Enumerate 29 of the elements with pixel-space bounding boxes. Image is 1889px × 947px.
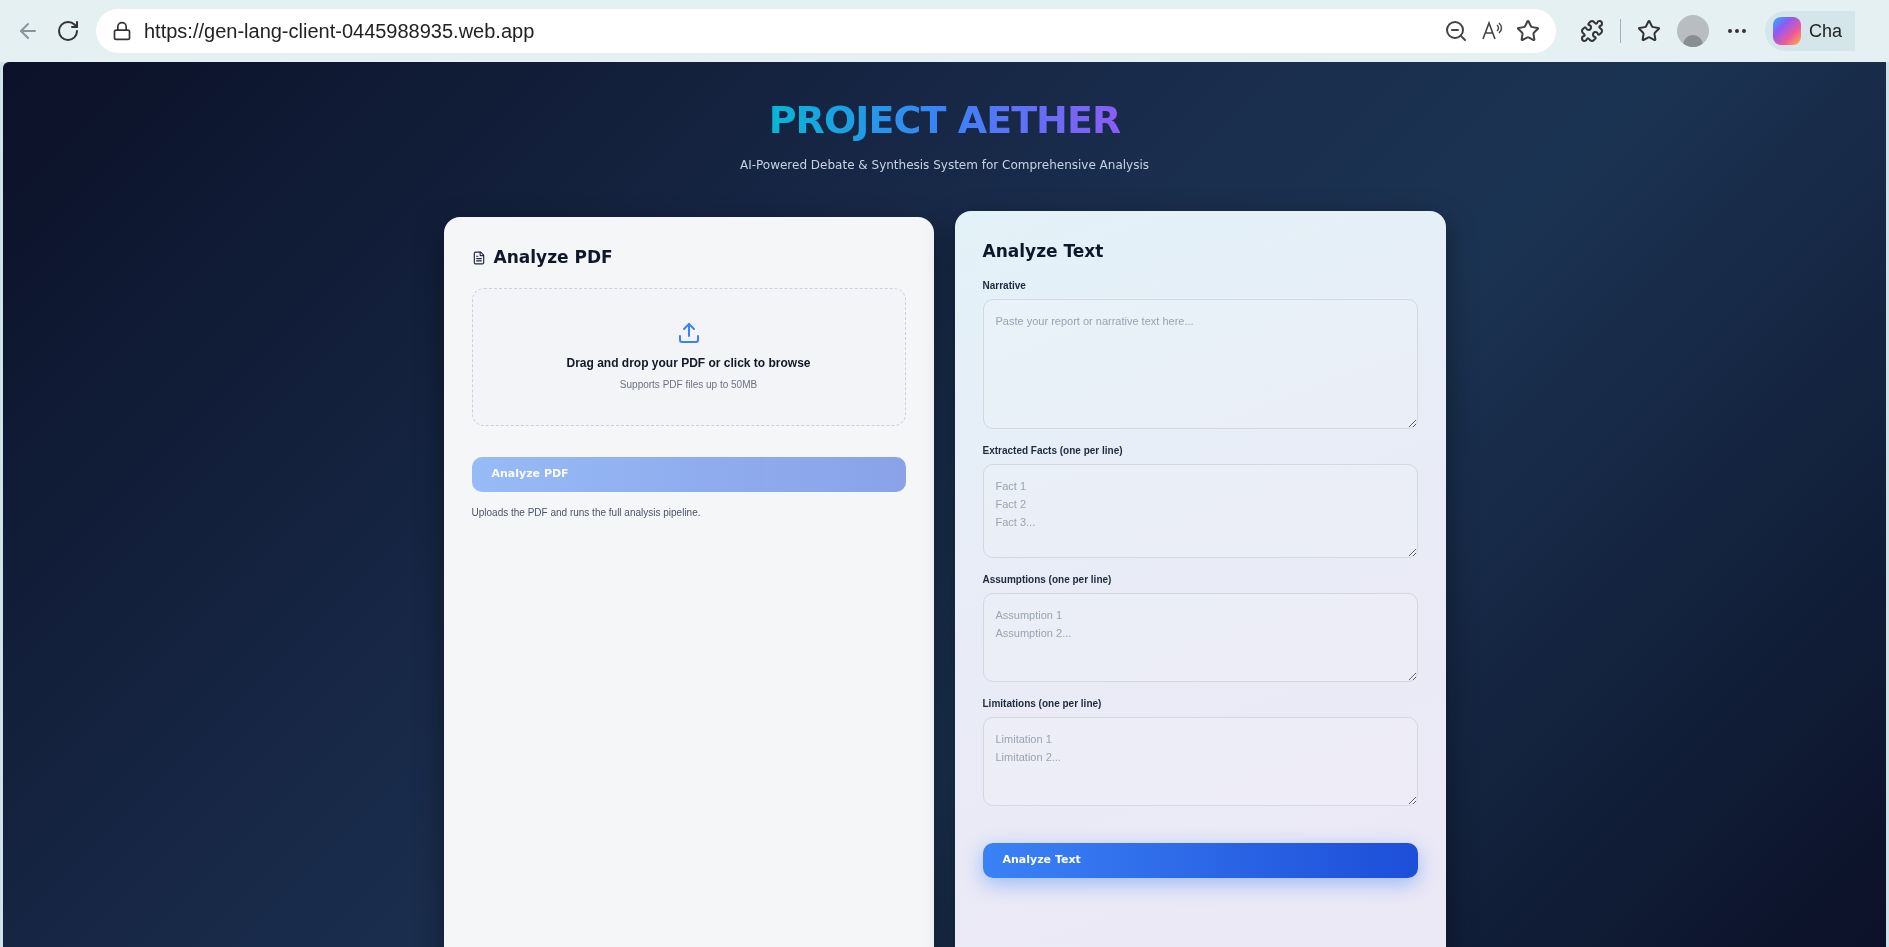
favorites-icon[interactable] — [1637, 19, 1661, 43]
favorite-icon[interactable] — [1516, 19, 1540, 43]
app-subtitle: AI-Powered Debate & Synthesis System for Comprehensive Analysis — [739, 157, 1150, 174]
text-area[interactable]: Assumption 1 Assumption 2... — [982, 592, 1418, 682]
reload-icon[interactable] — [56, 19, 80, 43]
panel-title: Analyze PDF — [493, 246, 613, 269]
text-area[interactable]: Paste your report or narrative text here... — [982, 298, 1418, 429]
address-bar[interactable]: https://gen-lang-client-0445988935.web.app — [96, 9, 1556, 53]
text-area[interactable]: Limitation 1 Limitation 2... — [982, 716, 1418, 806]
pdf-dropzone[interactable]: Drag and drop your PDF or click to browse Supports PDF files up to 50MB — [471, 287, 906, 426]
field-label: Assumptions (one per line) — [982, 572, 1113, 587]
panel-title: Analyze Text — [982, 240, 1105, 263]
zoom-out-icon[interactable] — [1444, 19, 1468, 43]
copilot-icon — [1773, 17, 1801, 45]
url-text: https://gen-lang-client-0445988935.web.app — [144, 19, 536, 44]
field-label: Limitations (one per line) — [982, 696, 1103, 711]
dropzone-title: Drag and drop your PDF or click to browse — [566, 355, 811, 372]
copilot-button[interactable]: Cha — [1765, 11, 1855, 51]
lock-icon — [112, 21, 132, 41]
text-area[interactable]: Fact 1 Fact 2 Fact 3... — [982, 463, 1418, 558]
upload-icon — [676, 321, 701, 345]
document-icon — [471, 250, 486, 265]
analyze-button[interactable]: Analyze Text — [982, 842, 1418, 878]
profile-avatar[interactable] — [1677, 15, 1709, 47]
field-label: Extracted Facts (one per line) — [982, 443, 1124, 458]
dropzone-hint: Supports PDF files up to 50MB — [619, 378, 758, 392]
pdf-note: Uploads the PDF and runs the full analysis pipeline. — [471, 505, 702, 520]
field-label: Narrative — [982, 278, 1027, 293]
extensions-icon[interactable] — [1580, 19, 1604, 43]
